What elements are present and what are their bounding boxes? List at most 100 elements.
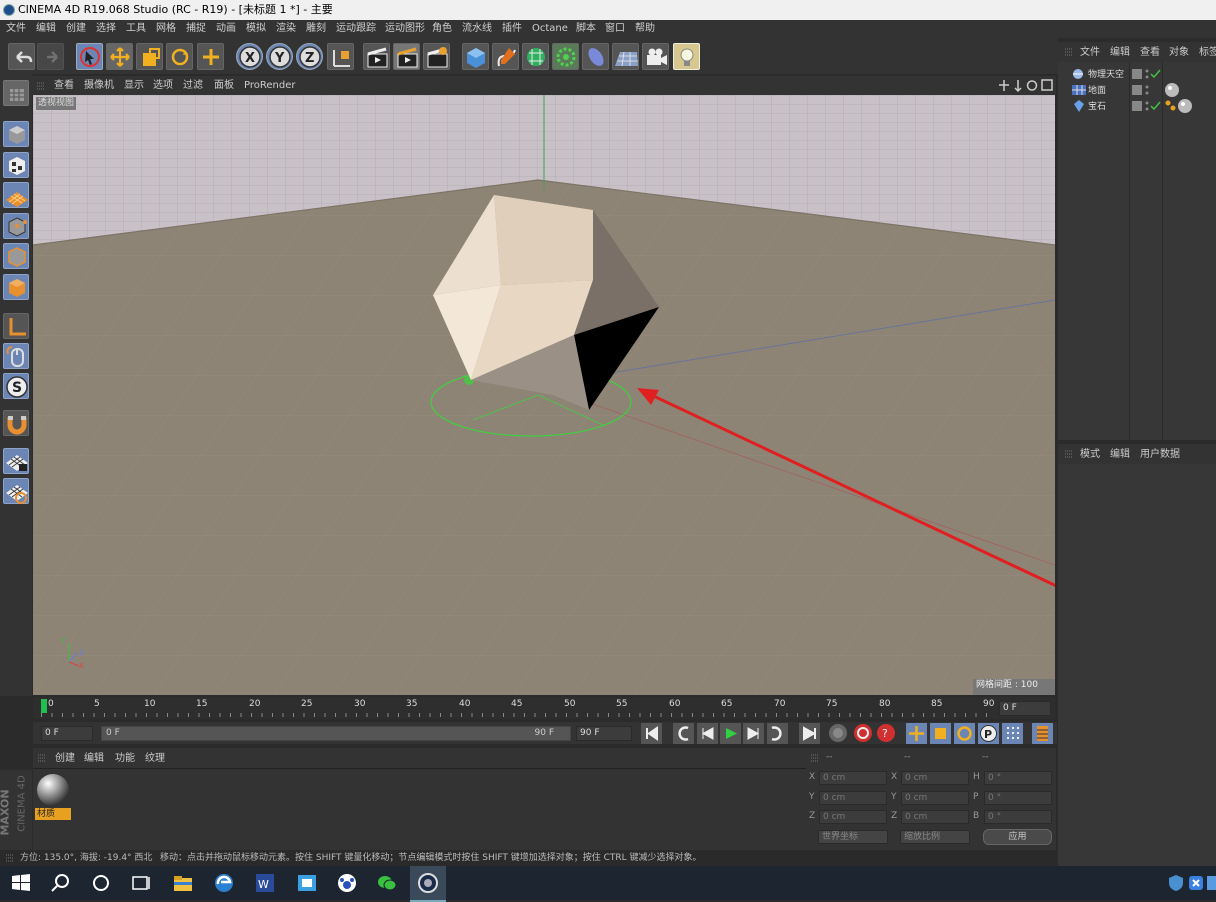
model-mode-button[interactable]	[3, 121, 29, 147]
viewport-menu-prorender[interactable]: ProRender	[244, 76, 295, 95]
spline-pen-button[interactable]	[492, 43, 519, 70]
app-kw-icon[interactable]: W	[254, 872, 276, 894]
coord-pos-z-field[interactable]: 0 cm	[819, 810, 887, 824]
menu-mesh[interactable]: 网格	[156, 20, 176, 38]
menu-simulate[interactable]: 模拟	[246, 20, 266, 38]
cube-primitive-button[interactable]	[462, 43, 489, 70]
gem-object[interactable]	[494, 195, 593, 285]
om-menu-edit[interactable]: 编辑	[1110, 44, 1130, 62]
material-menu-create[interactable]: 创建	[55, 750, 75, 768]
light-button[interactable]	[673, 43, 700, 70]
floor-button[interactable]	[612, 43, 639, 70]
enable-axis-button[interactable]	[3, 313, 29, 339]
coord-rot-b-field[interactable]: 0 °	[984, 810, 1052, 824]
coord-size-z-field[interactable]: 0 cm	[901, 810, 969, 824]
perspective-viewport[interactable]: 透视视图 Y Z X 网格间距 : 100 cm	[33, 95, 1055, 695]
viewport-menu-view[interactable]: 查看	[54, 76, 74, 95]
coord-rot-p-field[interactable]: 0 °	[984, 791, 1052, 805]
menu-pipeline[interactable]: 流水线	[462, 20, 492, 38]
menu-select[interactable]: 选择	[96, 20, 116, 38]
object-row-sky[interactable]: 物理天空	[1058, 66, 1216, 82]
viewport-nav-icons[interactable]	[998, 79, 1054, 92]
am-menu-mode[interactable]: 模式	[1080, 446, 1100, 464]
menu-create[interactable]: 创建	[66, 20, 86, 38]
workplane-mode-button[interactable]	[3, 182, 29, 208]
viewport-menu-display[interactable]: 显示	[124, 76, 144, 95]
snapping-button[interactable]: S	[3, 373, 29, 399]
object-row-gem[interactable]: 宝石	[1058, 98, 1216, 114]
tray-app-icon[interactable]	[1188, 872, 1204, 894]
end-frame-field[interactable]: 90 F	[576, 726, 632, 741]
viewport-menu-panel[interactable]: 面板	[214, 76, 234, 95]
baidu-icon[interactable]	[336, 872, 358, 894]
redo-button[interactable]	[37, 43, 64, 70]
render-settings-button[interactable]	[423, 43, 450, 70]
menu-sculpt[interactable]: 雕刻	[306, 20, 326, 38]
am-menu-user-data[interactable]: 用户数据	[1140, 446, 1180, 464]
om-menu-objects[interactable]: 对象	[1169, 44, 1189, 62]
security-tray-icon[interactable]	[1168, 872, 1184, 894]
material-tag-icon[interactable]	[1164, 82, 1180, 98]
search-icon[interactable]	[50, 872, 72, 894]
live-select-button[interactable]	[76, 43, 103, 70]
menu-snap[interactable]: 捕捉	[186, 20, 206, 38]
viewport-menu-cameras[interactable]: 摄像机	[84, 76, 114, 95]
object-tags-icons[interactable]	[1164, 98, 1194, 114]
menu-character[interactable]: 角色	[432, 20, 452, 38]
render-picture-viewer-button[interactable]	[393, 43, 420, 70]
material-swatch[interactable]: 材质	[35, 772, 71, 820]
render-view-button[interactable]	[363, 43, 390, 70]
menu-file[interactable]: 文件	[6, 20, 26, 38]
am-menu-edit[interactable]: 编辑	[1110, 446, 1130, 464]
coord-pos-y-field[interactable]: 0 cm	[819, 791, 887, 805]
x-axis-lock-button[interactable]: X	[236, 43, 263, 70]
om-menu-file[interactable]: 文件	[1080, 44, 1100, 62]
menu-window[interactable]: 窗口	[605, 20, 625, 38]
visibility-check-icon[interactable]	[1132, 100, 1162, 112]
subdivision-surface-button[interactable]	[522, 43, 549, 70]
keyframe-track-buttons[interactable]: P	[906, 722, 1056, 744]
undo-button[interactable]	[8, 43, 35, 70]
menu-octane[interactable]: Octane	[532, 20, 568, 38]
file-explorer-icon[interactable]	[172, 872, 194, 894]
frame-range-slider[interactable]: 0 F 90 F	[101, 726, 571, 741]
viewport-menu-filter[interactable]: 过滤	[183, 76, 203, 95]
material-menu-edit[interactable]: 编辑	[84, 750, 104, 768]
material-menu-function[interactable]: 功能	[115, 750, 135, 768]
menu-script[interactable]: 脚本	[576, 20, 596, 38]
z-axis-lock-button[interactable]: Z	[296, 43, 323, 70]
texture-mode-button[interactable]	[3, 152, 29, 178]
make-editable-button[interactable]	[3, 80, 29, 106]
coord-size-x-field[interactable]: 0 cm	[901, 771, 969, 785]
object-row-floor[interactable]: 地面	[1058, 82, 1216, 98]
scale-mode-dropdown[interactable]: 缩放比例	[900, 830, 970, 844]
material-menu-texture[interactable]: 纹理	[145, 750, 165, 768]
scale-tool-button[interactable]	[136, 43, 163, 70]
move-tool-button[interactable]	[106, 43, 133, 70]
menu-tools[interactable]: 工具	[126, 20, 146, 38]
edge-browser-icon[interactable]	[213, 872, 235, 894]
current-frame-field[interactable]: 0 F	[999, 701, 1051, 716]
planar-workplane-button[interactable]	[3, 478, 29, 504]
transport-buttons[interactable]	[641, 722, 821, 744]
multitask-icon[interactable]	[130, 872, 152, 894]
timeline-ruler[interactable]: 0 5 10 15 20 25 30 35 40 45 50 55 60 65 …	[33, 697, 1055, 719]
coord-size-y-field[interactable]: 0 cm	[901, 791, 969, 805]
transform-tool-button[interactable]	[197, 43, 224, 70]
menu-motion-tracking[interactable]: 运动跟踪	[336, 20, 376, 38]
menu-help[interactable]: 帮助	[635, 20, 655, 38]
camera-button[interactable]	[642, 43, 669, 70]
om-menu-view[interactable]: 查看	[1140, 44, 1160, 62]
playhead-marker[interactable]	[41, 699, 47, 713]
world-coordinates-dropdown[interactable]: 世界坐标	[818, 830, 888, 844]
magnet-snap-button[interactable]	[3, 410, 29, 436]
coord-rot-h-field[interactable]: 0 °	[984, 771, 1052, 785]
rotate-tool-button[interactable]	[166, 43, 193, 70]
points-mode-button[interactable]	[3, 213, 29, 239]
app-blue-icon[interactable]	[296, 872, 318, 894]
visibility-check-icon[interactable]	[1132, 68, 1162, 80]
tweak-mode-button[interactable]	[3, 343, 29, 369]
om-menu-tags[interactable]: 标签	[1199, 44, 1216, 62]
wechat-icon[interactable]	[376, 872, 398, 894]
menu-plugins[interactable]: 插件	[502, 20, 522, 38]
